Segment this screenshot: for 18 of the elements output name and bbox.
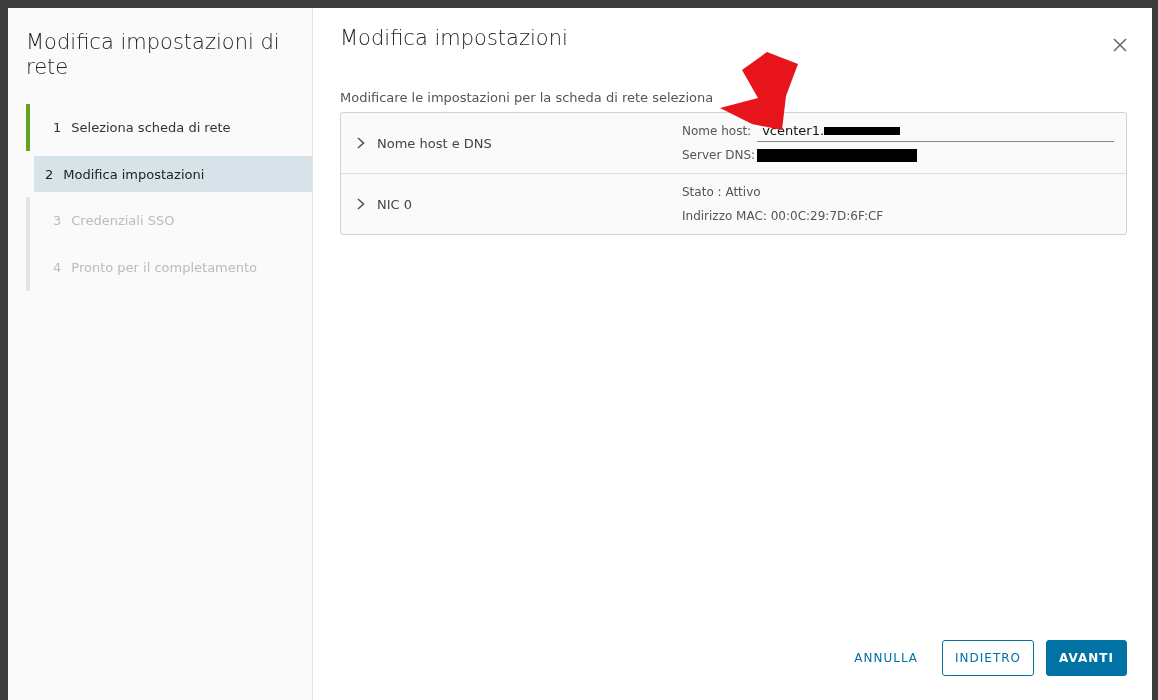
detail-label: Nome host:: [682, 124, 752, 138]
dialog-title: Modifica impostazioni di rete: [26, 30, 281, 80]
description-text: Modificare le impostazioni per la scheda di rete seleziona: [340, 90, 714, 105]
chevron-icon: [357, 137, 365, 149]
wizard-step[interactable]: 1 Seleziona scheda di rete: [26, 104, 312, 151]
back-button[interactable]: INDIETRO: [942, 640, 1035, 676]
section-header[interactable]: Nome host e DNS: [341, 113, 682, 173]
detail-label: Server DNS:: [682, 148, 756, 162]
page-title: Modifica impostazioni: [340, 26, 568, 50]
detail-label: Stato : Attivo: [682, 185, 761, 199]
section-header[interactable]: NIC 0: [341, 174, 682, 234]
close-icon[interactable]: [1113, 38, 1127, 52]
cancel-button[interactable]: ANNULLA: [842, 640, 931, 676]
chevron-icon: [357, 198, 365, 210]
next-button[interactable]: AVANTI: [1046, 640, 1127, 676]
wizard-step[interactable]: 2 Modifica impostazioni: [34, 156, 312, 192]
detail-label: Indirizzo MAC: 00:0C:29:7D:6F:CF: [682, 209, 884, 223]
hostname-field[interactable]: vcenter1.: [757, 120, 1114, 142]
